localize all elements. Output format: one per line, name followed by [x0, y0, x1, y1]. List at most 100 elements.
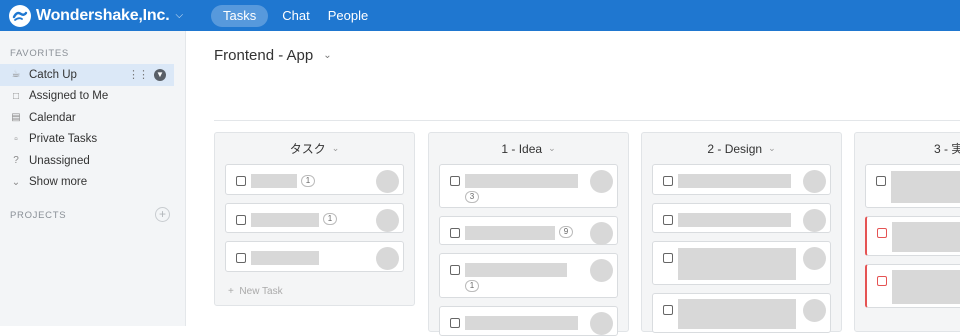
task-title-placeholder: [465, 226, 555, 240]
task-checkbox[interactable]: [877, 228, 887, 238]
task-title-placeholder: [251, 213, 319, 227]
column-title: 3 - 実: [934, 142, 960, 156]
avatar: [376, 170, 399, 193]
sidebar-item-private-tasks[interactable]: ▫ Private Tasks: [0, 129, 186, 151]
task-checkbox[interactable]: [450, 265, 460, 275]
task-card[interactable]: [439, 306, 618, 336]
avatar: [590, 170, 613, 193]
avatar: [376, 209, 399, 232]
task-card[interactable]: [865, 216, 960, 256]
avatar: [803, 170, 826, 193]
task-checkbox[interactable]: [236, 253, 246, 263]
sidebar-item-calendar[interactable]: ▤ Calendar: [0, 107, 186, 129]
task-card[interactable]: [652, 293, 831, 333]
task-card[interactable]: [652, 203, 831, 233]
task-checkbox[interactable]: [663, 305, 673, 315]
comment-count-badge: 1: [323, 213, 337, 225]
column-title: 1 - Idea: [501, 141, 543, 156]
task-title-placeholder: [465, 316, 578, 330]
task-checkbox[interactable]: [663, 176, 673, 186]
task-title-placeholder: [678, 299, 796, 329]
plus-icon: +: [228, 286, 234, 297]
org-switcher[interactable]: Wondershake,Inc. ⌵: [9, 4, 184, 27]
board-column: 2 - Design ⌄: [641, 132, 842, 333]
avatar: [803, 209, 826, 232]
task-card[interactable]: 1: [439, 253, 618, 298]
wondershake-logo-icon: [9, 4, 31, 27]
task-checkbox[interactable]: [663, 215, 673, 225]
column-title: タスク: [289, 142, 326, 156]
new-task-button[interactable]: + New Task: [215, 280, 414, 305]
avatar: [590, 312, 613, 335]
chevron-down-icon: ⌵: [175, 10, 184, 21]
chevron-down-icon: ⌄: [323, 50, 332, 61]
favorites-heading: FAVORITES: [10, 48, 69, 59]
add-project-icon[interactable]: +: [155, 207, 170, 222]
task-card[interactable]: 1: [225, 164, 404, 195]
task-card[interactable]: [865, 164, 960, 208]
task-checkbox[interactable]: [877, 276, 887, 286]
task-checkbox[interactable]: [450, 176, 460, 186]
task-title-placeholder: [678, 248, 796, 280]
task-title-placeholder: [465, 174, 578, 188]
comment-count-badge: 1: [465, 280, 479, 292]
task-card[interactable]: [652, 241, 831, 285]
task-checkbox[interactable]: [236, 176, 246, 186]
task-card[interactable]: 3: [439, 164, 618, 208]
column-header[interactable]: 2 - Design ⌄: [642, 133, 841, 164]
chevron-down-icon: ⌄: [768, 143, 776, 153]
clipboard-icon: □: [12, 90, 20, 102]
sidebar-item-show-more[interactable]: ⌄ Show more: [0, 172, 186, 194]
project-title-text: Frontend - App: [214, 47, 314, 64]
task-checkbox[interactable]: [450, 228, 460, 238]
drag-handle-icon[interactable]: ⋮⋮: [128, 68, 149, 81]
sidebar-item-unassigned[interactable]: ? Unassigned: [0, 150, 186, 172]
lock-icon: ▫: [14, 133, 18, 145]
task-card[interactable]: [225, 241, 404, 272]
column-header[interactable]: 3 - 実: [855, 133, 960, 164]
task-card[interactable]: 9: [439, 216, 618, 245]
task-checkbox[interactable]: [450, 318, 460, 328]
sidebar-item-label: Assigned to Me: [29, 90, 109, 103]
chevron-down-icon: ⌄: [548, 143, 556, 153]
calendar-icon: ▤: [11, 112, 21, 124]
new-task-label: New Task: [239, 286, 283, 297]
task-checkbox[interactable]: [876, 176, 886, 186]
sidebar-item-assigned-to-me[interactable]: □ Assigned to Me: [0, 86, 186, 108]
sidebar-item-label: Catch Up: [29, 68, 77, 81]
avatar: [803, 247, 826, 270]
projects-section: PROJECTS +: [0, 207, 186, 222]
sidebar: FAVORITES ☕ Catch Up ⋮⋮ ▼ □ Assigned to …: [0, 31, 186, 326]
question-icon: ?: [13, 155, 19, 167]
comment-count-badge: 9: [559, 226, 573, 238]
task-title-placeholder: [678, 174, 791, 188]
task-card[interactable]: [865, 264, 960, 308]
chevron-down-icon: ⌄: [331, 143, 340, 153]
sidebar-item-label: Show more: [29, 176, 88, 189]
column-header[interactable]: タスク ⌄: [215, 133, 414, 164]
sidebar-item-label: Unassigned: [29, 154, 90, 167]
tab-tasks[interactable]: Tasks: [211, 4, 269, 27]
comment-count-badge: 3: [465, 191, 479, 203]
tab-people[interactable]: People: [328, 5, 368, 27]
task-card[interactable]: 1: [225, 203, 404, 233]
task-title-placeholder: [465, 263, 567, 277]
sidebar-item-label: Calendar: [29, 111, 76, 124]
chevron-down-icon[interactable]: ▼: [154, 68, 166, 81]
favorites-list: ☕ Catch Up ⋮⋮ ▼ □ Assigned to Me ▤ Calen…: [0, 64, 186, 193]
sidebar-item-catch-up[interactable]: ☕ Catch Up ⋮⋮ ▼: [0, 64, 174, 86]
project-title[interactable]: Frontend - App ⌄: [214, 47, 332, 64]
task-title-placeholder: [251, 251, 319, 265]
column-title: 2 - Design: [707, 141, 763, 156]
divider: [214, 120, 960, 121]
tab-chat[interactable]: Chat: [282, 5, 309, 27]
coffee-icon: ☕: [11, 69, 21, 81]
comment-count-badge: 1: [301, 175, 315, 187]
top-bar: Wondershake,Inc. ⌵ Tasks Chat People: [0, 0, 960, 31]
task-checkbox[interactable]: [236, 215, 246, 225]
task-card[interactable]: [652, 164, 831, 195]
main-content: Frontend - App ⌄ タスク ⌄ 1 1 + New Task 1 …: [187, 31, 960, 336]
column-header[interactable]: 1 - Idea ⌄: [429, 133, 628, 164]
avatar: [590, 222, 613, 245]
task-checkbox[interactable]: [663, 253, 673, 263]
